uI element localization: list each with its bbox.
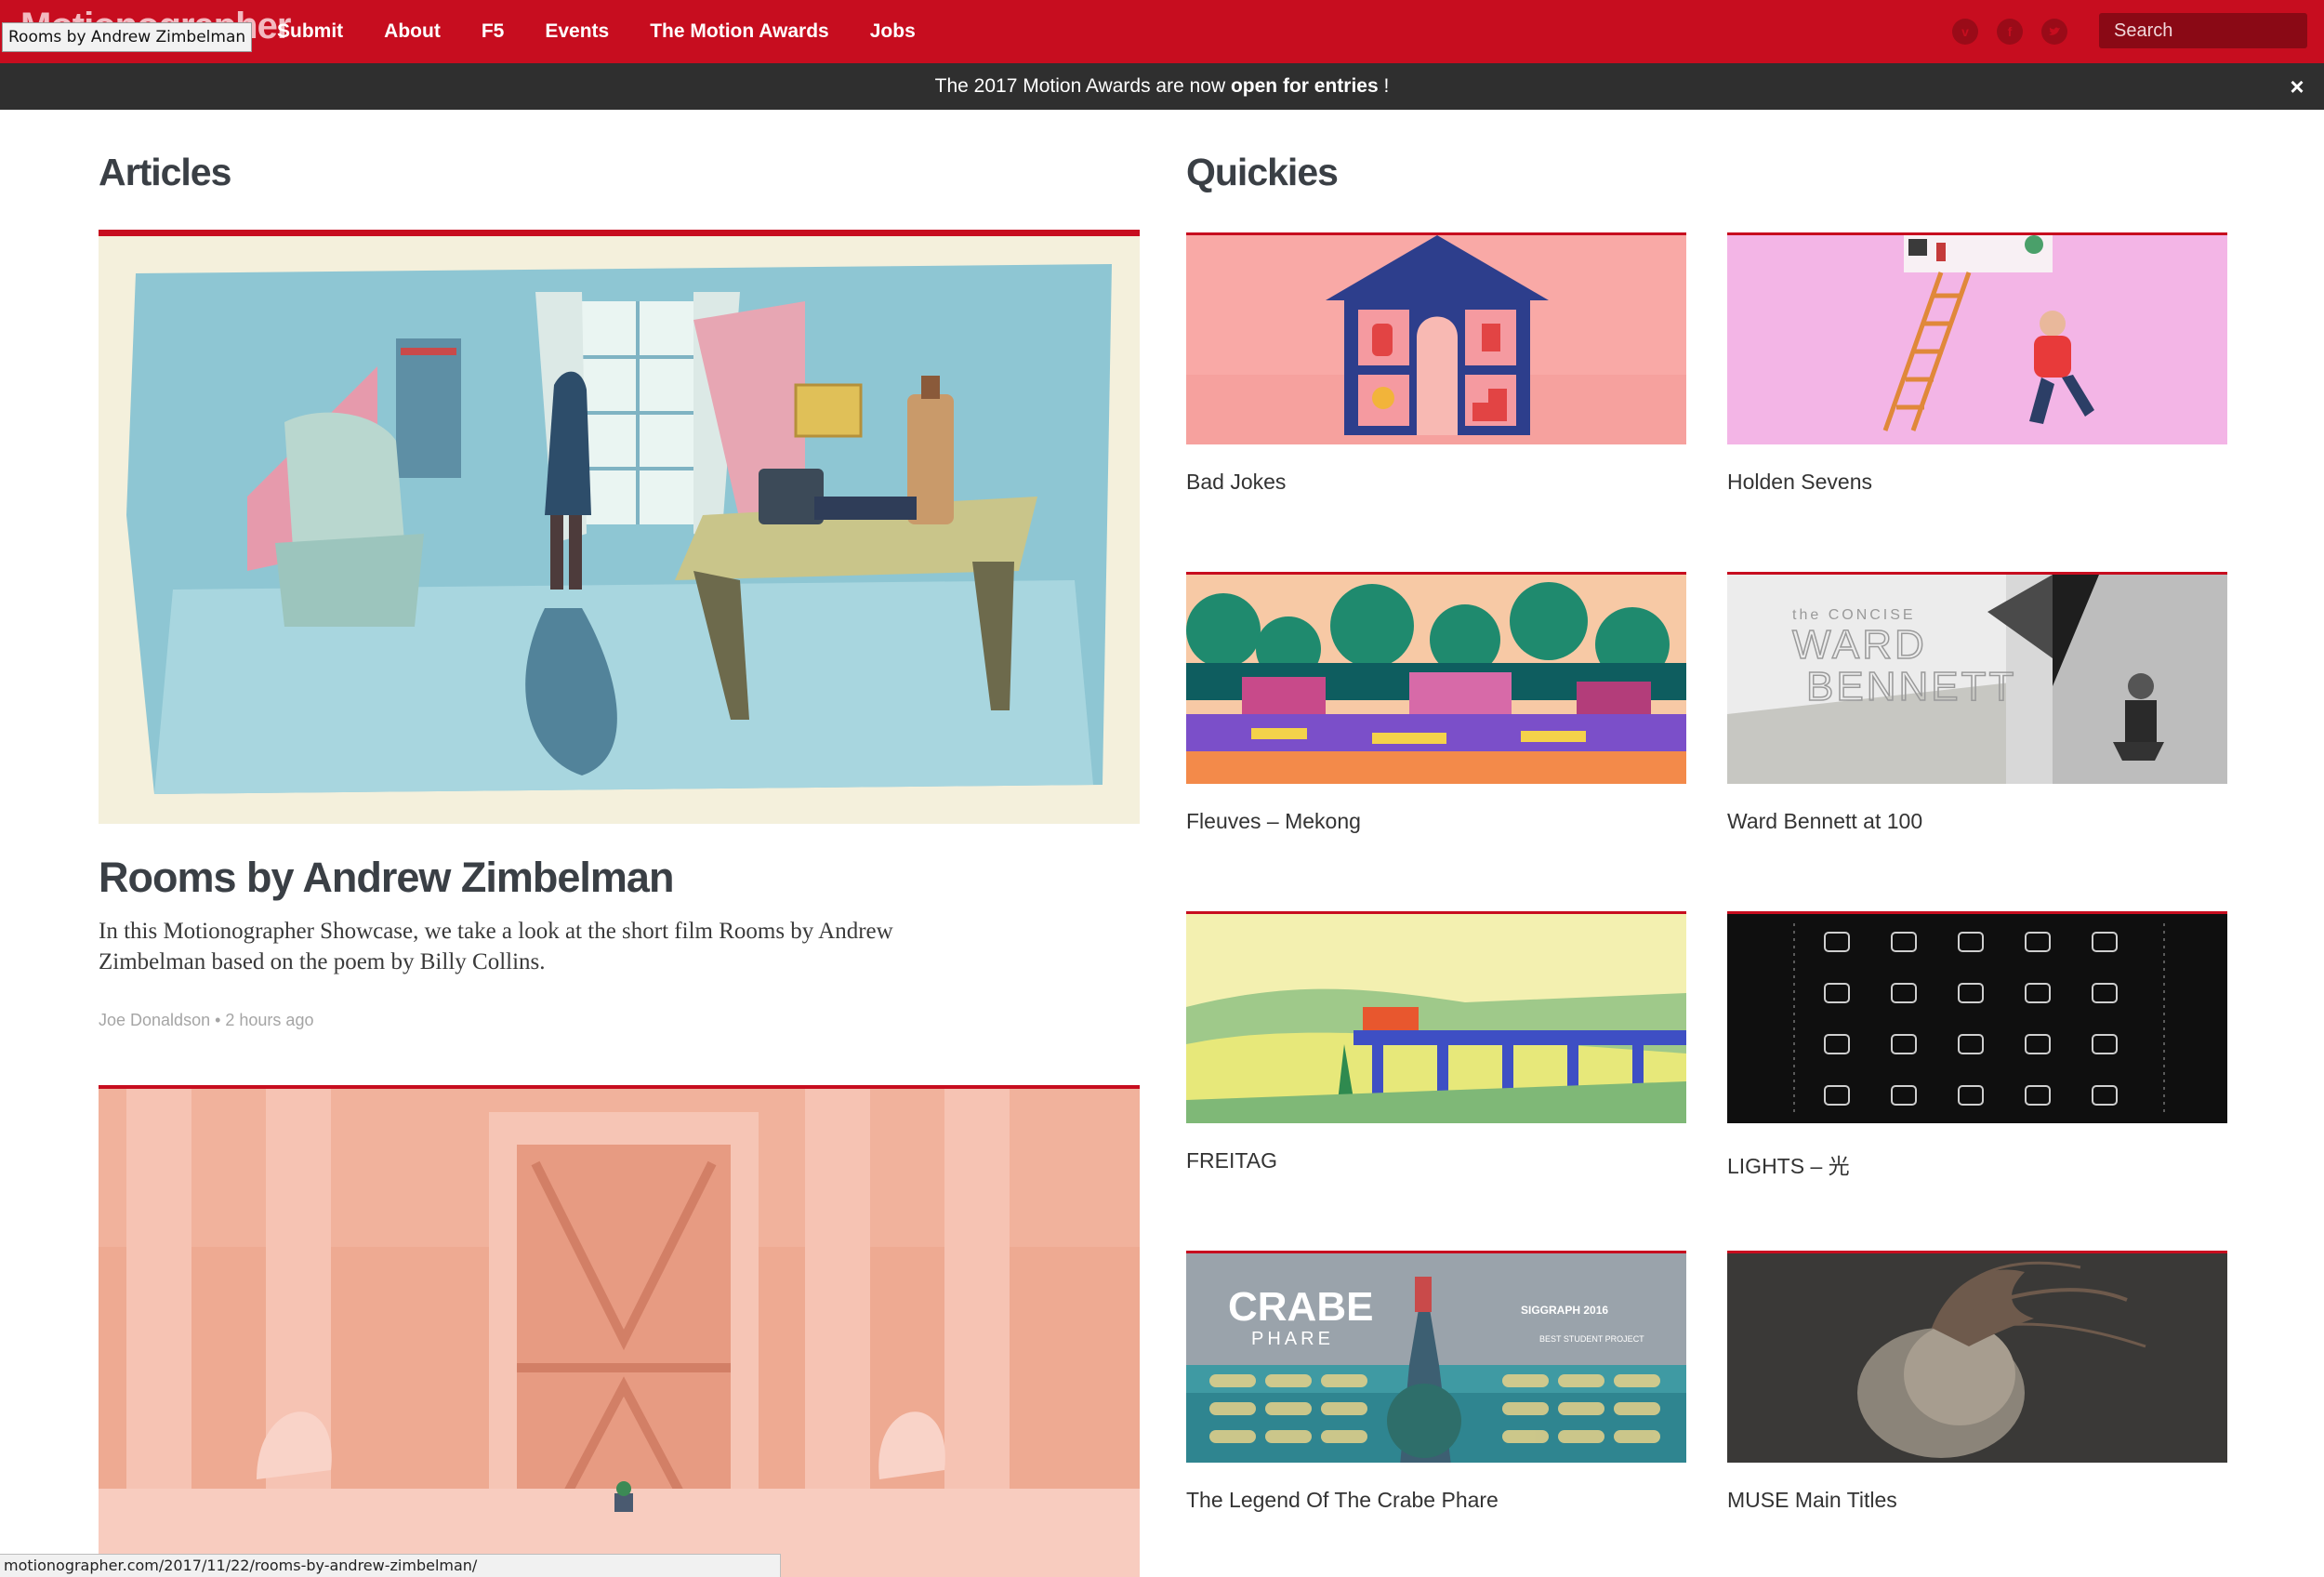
quickie-card[interactable]: Fleuves – Mekong [1186,572,1686,834]
thumb-text: WARD [1792,622,1927,668]
nav-jobs[interactable]: Jobs [870,20,916,43]
announcement-text: The 2017 Motion Awards are now [934,75,1231,97]
thumb-text: PHARE [1251,1329,1334,1349]
nav-about[interactable]: About [384,20,441,43]
twitter-icon[interactable] [2041,19,2067,45]
articles-heading: Articles [99,151,231,193]
article-excerpt: In this Motionographer Showcase, we take… [99,919,893,974]
top-nav: Motionographer Rooms by Andrew Zimbelman… [0,0,2324,63]
quickie-title[interactable]: Bad Jokes [1186,470,1686,495]
thumb-text: CRABE [1228,1284,1373,1330]
nav-motion-awards[interactable]: The Motion Awards [650,20,829,43]
quickie-card[interactable]: CRABE PHARE SIGGRAPH 2016 BEST STUDENT P… [1186,1251,1686,1513]
second-article-image[interactable] [99,1089,1140,1577]
quickie-thumbnail[interactable]: the CONCISE WARD BENNETT [1727,572,2227,784]
quickie-thumbnail[interactable] [1186,232,1686,444]
quickie-card[interactable]: Bad Jokes [1186,232,1686,495]
announcement-suffix: ! [1378,75,1390,97]
quickie-title[interactable]: FREITAG [1186,1148,1686,1173]
nav-submit[interactable]: Submit [277,20,343,43]
quickie-thumbnail[interactable] [1727,232,2227,444]
vimeo-icon[interactable]: v [1952,19,1978,45]
link-tooltip: Rooms by Andrew Zimbelman [2,22,253,52]
thumb-text: BEST STUDENT PROJECT [1539,1334,1644,1344]
thumb-text: SIGGRAPH 2016 [1521,1304,1608,1317]
quickie-thumbnail[interactable]: CRABE PHARE SIGGRAPH 2016 BEST STUDENT P… [1186,1251,1686,1463]
quickie-title[interactable]: The Legend Of The Crabe Phare [1186,1488,1686,1513]
nav-links: Submit About F5 Events The Motion Awards… [277,0,957,63]
quickie-thumbnail[interactable] [1727,911,2227,1123]
quickie-title[interactable]: Ward Bennett at 100 [1727,809,2227,834]
nav-events[interactable]: Events [545,20,609,43]
quickie-thumbnail[interactable] [1186,911,1686,1123]
nav-f5[interactable]: F5 [482,20,505,43]
quickie-card[interactable]: MUSE Main Titles [1727,1251,2227,1513]
quickie-card[interactable]: LIGHTS – 光 [1727,911,2227,1180]
article-meta: Joe Donaldson • 2 hours ago [99,1011,314,1029]
search-input[interactable] [2099,13,2307,48]
quickie-thumbnail[interactable] [1727,1251,2227,1463]
status-bar-url: motionographer.com/2017/11/22/rooms-by-a… [0,1554,781,1577]
announcement-bar: The 2017 Motion Awards are now open for … [0,63,2324,110]
thumb-text: BENNETT [1806,664,2016,709]
announcement-link[interactable]: open for entries [1231,75,1379,97]
quickie-title[interactable]: Holden Sevens [1727,470,2227,495]
quickie-title[interactable]: LIGHTS – 光 [1727,1148,2227,1180]
quickie-title[interactable]: MUSE Main Titles [1727,1488,2227,1513]
close-icon[interactable]: × [2283,63,2311,110]
article-title[interactable]: Rooms by Andrew Zimbelman [99,854,674,902]
featured-divider [99,230,1140,236]
quickie-card[interactable]: Holden Sevens [1727,232,2227,495]
thumb-text: the CONCISE [1792,607,1916,623]
quickies-heading: Quickies [1186,151,1339,193]
quickie-thumbnail[interactable] [1186,572,1686,784]
quickie-card[interactable]: the CONCISE WARD BENNETT Ward Bennett at… [1727,572,2227,834]
featured-article-image[interactable] [99,236,1140,824]
quickie-title[interactable]: Fleuves – Mekong [1186,809,1686,834]
facebook-icon[interactable]: f [1997,19,2023,45]
quickie-card[interactable]: FREITAG [1186,911,1686,1173]
